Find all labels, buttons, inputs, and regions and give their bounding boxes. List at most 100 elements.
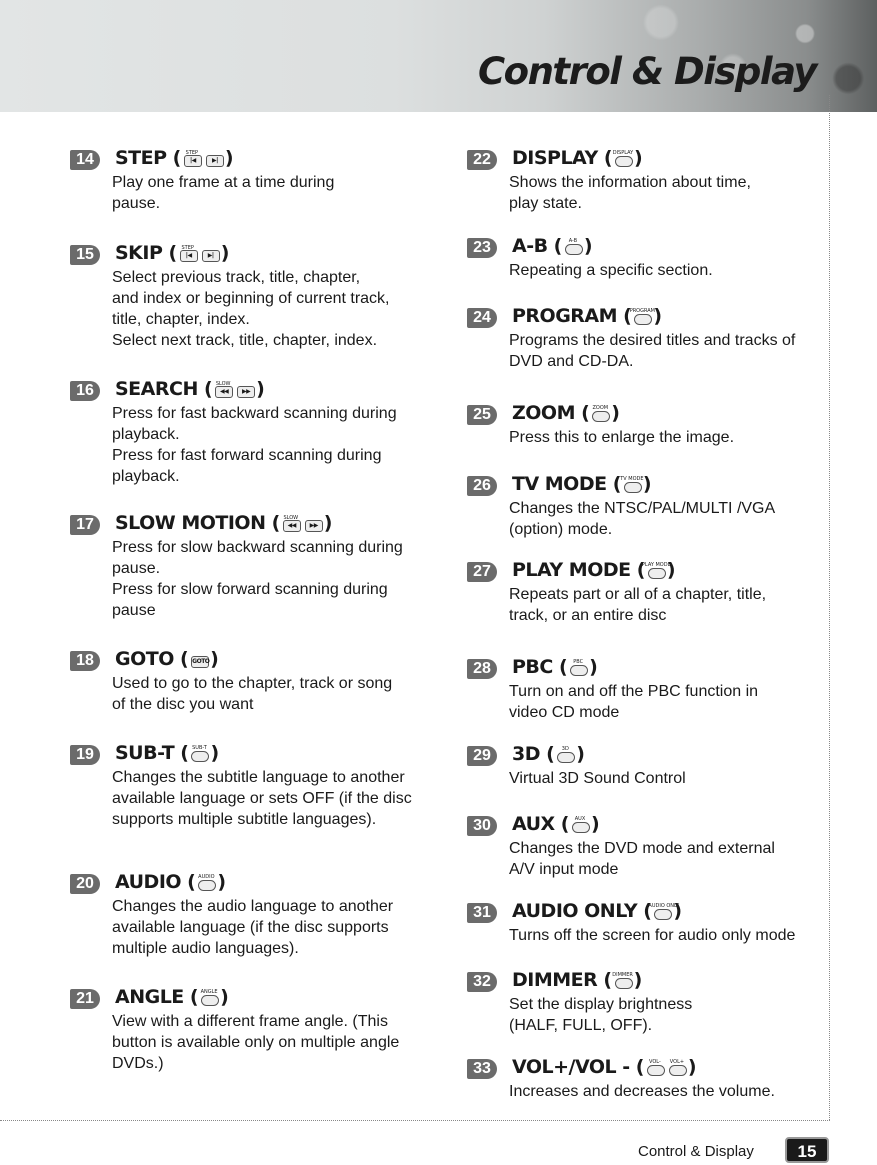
button-face bbox=[201, 994, 220, 1006]
item-number-badge: 14 bbox=[70, 150, 100, 170]
vertical-dotted-divider bbox=[829, 95, 830, 1120]
button-label: AUDIO bbox=[198, 873, 215, 880]
fast-forward-button-icon: ▶▶ bbox=[235, 381, 256, 399]
item-heading: DIMMER (DIMMER) bbox=[512, 969, 642, 991]
item-description: View with a different frame angle. (This… bbox=[112, 1013, 400, 1072]
display-button-icon: DISPLAY bbox=[613, 150, 633, 168]
button-face bbox=[557, 751, 576, 763]
button-face: ◀◀ bbox=[282, 519, 301, 532]
item-heading: PLAY MODE (PLAY MODE) bbox=[512, 559, 676, 581]
item-description: Changes the audio language to another av… bbox=[112, 898, 394, 957]
button-label: 3D bbox=[561, 745, 569, 752]
slow-forward-button-icon: ▶▶ bbox=[303, 515, 323, 533]
button-label: AUX bbox=[574, 815, 586, 822]
item-title: SKIP ( bbox=[115, 242, 177, 264]
horizontal-dotted-divider bbox=[0, 1120, 830, 1121]
a-b-button-icon: A-B bbox=[563, 238, 583, 256]
button-face: |◀ bbox=[179, 249, 198, 262]
button-face bbox=[615, 155, 633, 167]
audio-button-icon: AUDIO bbox=[196, 874, 217, 892]
dimmer-button-icon: DIMMER bbox=[612, 972, 633, 990]
button-face bbox=[647, 567, 666, 579]
item-title-close: ) bbox=[210, 648, 219, 670]
item-number-badge: 33 bbox=[467, 1059, 497, 1079]
button-face bbox=[668, 1064, 687, 1076]
item-title: STEP ( bbox=[115, 147, 181, 169]
item-heading: STEP (STEP |◀ ▶|) bbox=[115, 147, 234, 169]
item-number-badge: 26 bbox=[467, 476, 497, 496]
program-button-icon: PROGRAM bbox=[630, 308, 655, 326]
item-heading: SUB-T (SUB-T) bbox=[115, 742, 219, 764]
item-description: Changes the DVD mode and external A/V in… bbox=[509, 840, 775, 878]
button-face bbox=[646, 1064, 665, 1076]
button-face bbox=[570, 664, 589, 676]
item-heading: ANGLE (ANGLE) bbox=[115, 986, 229, 1008]
item-title: ANGLE ( bbox=[115, 986, 199, 1008]
button-face bbox=[634, 313, 653, 325]
button-label: PBC bbox=[573, 658, 584, 665]
item-description: Set the display brightness (HALF, FULL, … bbox=[509, 996, 693, 1034]
item-title: VOL+/VOL - ( bbox=[512, 1056, 644, 1078]
item-description: Shows the information about time, play s… bbox=[509, 174, 751, 212]
item-title: PBC ( bbox=[512, 656, 568, 678]
button-face: ▶| bbox=[201, 249, 220, 262]
item-heading: AUX (AUX) bbox=[512, 813, 600, 835]
item-title-close: ) bbox=[256, 378, 265, 400]
3d-button-icon: 3D bbox=[555, 746, 576, 764]
item-title: SEARCH ( bbox=[115, 378, 213, 400]
item-number-badge: 25 bbox=[467, 405, 497, 425]
button-face: ▶▶ bbox=[237, 385, 256, 398]
item-title: 3D ( bbox=[512, 743, 555, 765]
rewind-button-icon: SLOW ◀◀ bbox=[213, 381, 234, 399]
item-description: Repeats part or all of a chapter, title,… bbox=[509, 586, 767, 624]
item-title: AUDIO ( bbox=[115, 871, 196, 893]
item-title: PROGRAM ( bbox=[512, 305, 632, 327]
item-description: Repeating a specific section. bbox=[509, 262, 713, 279]
item-title: A-B ( bbox=[512, 235, 562, 257]
play-mode-button-icon: PLAY MODE bbox=[642, 562, 671, 580]
item-description: Press this to enlarge the image. bbox=[509, 429, 735, 446]
button-face bbox=[654, 908, 673, 920]
button-face bbox=[572, 821, 590, 833]
item-description: Turn on and off the PBC function in vide… bbox=[509, 683, 759, 721]
button-face bbox=[564, 243, 583, 255]
button-face: GOTO bbox=[191, 655, 210, 668]
item-description: Increases and decreases the volume. bbox=[509, 1083, 775, 1100]
item-heading: TV MODE (TV MODE) bbox=[512, 473, 652, 495]
item-title: TV MODE ( bbox=[512, 473, 621, 495]
button-label: DIMMER bbox=[612, 971, 633, 978]
skip-back-button-icon: STEP |◀ bbox=[178, 245, 198, 263]
button-face: ◀◀ bbox=[215, 385, 234, 398]
zoom-button-icon: ZOOM bbox=[590, 405, 611, 423]
button-label: AUDIO ONLY bbox=[648, 902, 680, 909]
button-label: A-B bbox=[568, 237, 578, 244]
item-number-badge: 16 bbox=[70, 381, 100, 401]
item-title: AUX ( bbox=[512, 813, 570, 835]
item-number-badge: 29 bbox=[467, 746, 497, 766]
item-description: Virtual 3D Sound Control bbox=[509, 770, 686, 787]
page-number: 15 bbox=[785, 1137, 829, 1163]
item-description: Play one frame at a time during pause. bbox=[112, 174, 335, 212]
step-back-button-icon: STEP |◀ bbox=[182, 150, 202, 168]
item-number-badge: 19 bbox=[70, 745, 100, 765]
button-label: PLAY MODE bbox=[641, 561, 671, 568]
item-heading: VOL+/VOL - (VOL- VOL+) bbox=[512, 1056, 697, 1078]
button-label: DISPLAY bbox=[612, 149, 634, 156]
item-title: DIMMER ( bbox=[512, 969, 612, 991]
button-face bbox=[614, 977, 633, 989]
button-label: PROGRAM bbox=[629, 307, 655, 314]
button-label: VOL+ bbox=[669, 1058, 685, 1065]
item-heading: DISPLAY (DISPLAY) bbox=[512, 147, 643, 169]
item-number-badge: 31 bbox=[467, 903, 497, 923]
button-face: |◀ bbox=[183, 154, 202, 167]
item-heading: A-B (A-B) bbox=[512, 235, 593, 257]
page-title: Control & Display bbox=[478, 50, 818, 93]
item-title: SUB-T ( bbox=[115, 742, 189, 764]
vol-plus-button-icon: VOL+ bbox=[667, 1059, 687, 1077]
item-description: Turns off the screen for audio only mode bbox=[509, 927, 796, 944]
button-face: ▶| bbox=[205, 154, 224, 167]
item-number-badge: 22 bbox=[467, 150, 497, 170]
item-title: SLOW MOTION ( bbox=[115, 512, 280, 534]
item-title: PLAY MODE ( bbox=[512, 559, 645, 581]
subtitle-button-icon: SUB-T bbox=[189, 745, 210, 763]
